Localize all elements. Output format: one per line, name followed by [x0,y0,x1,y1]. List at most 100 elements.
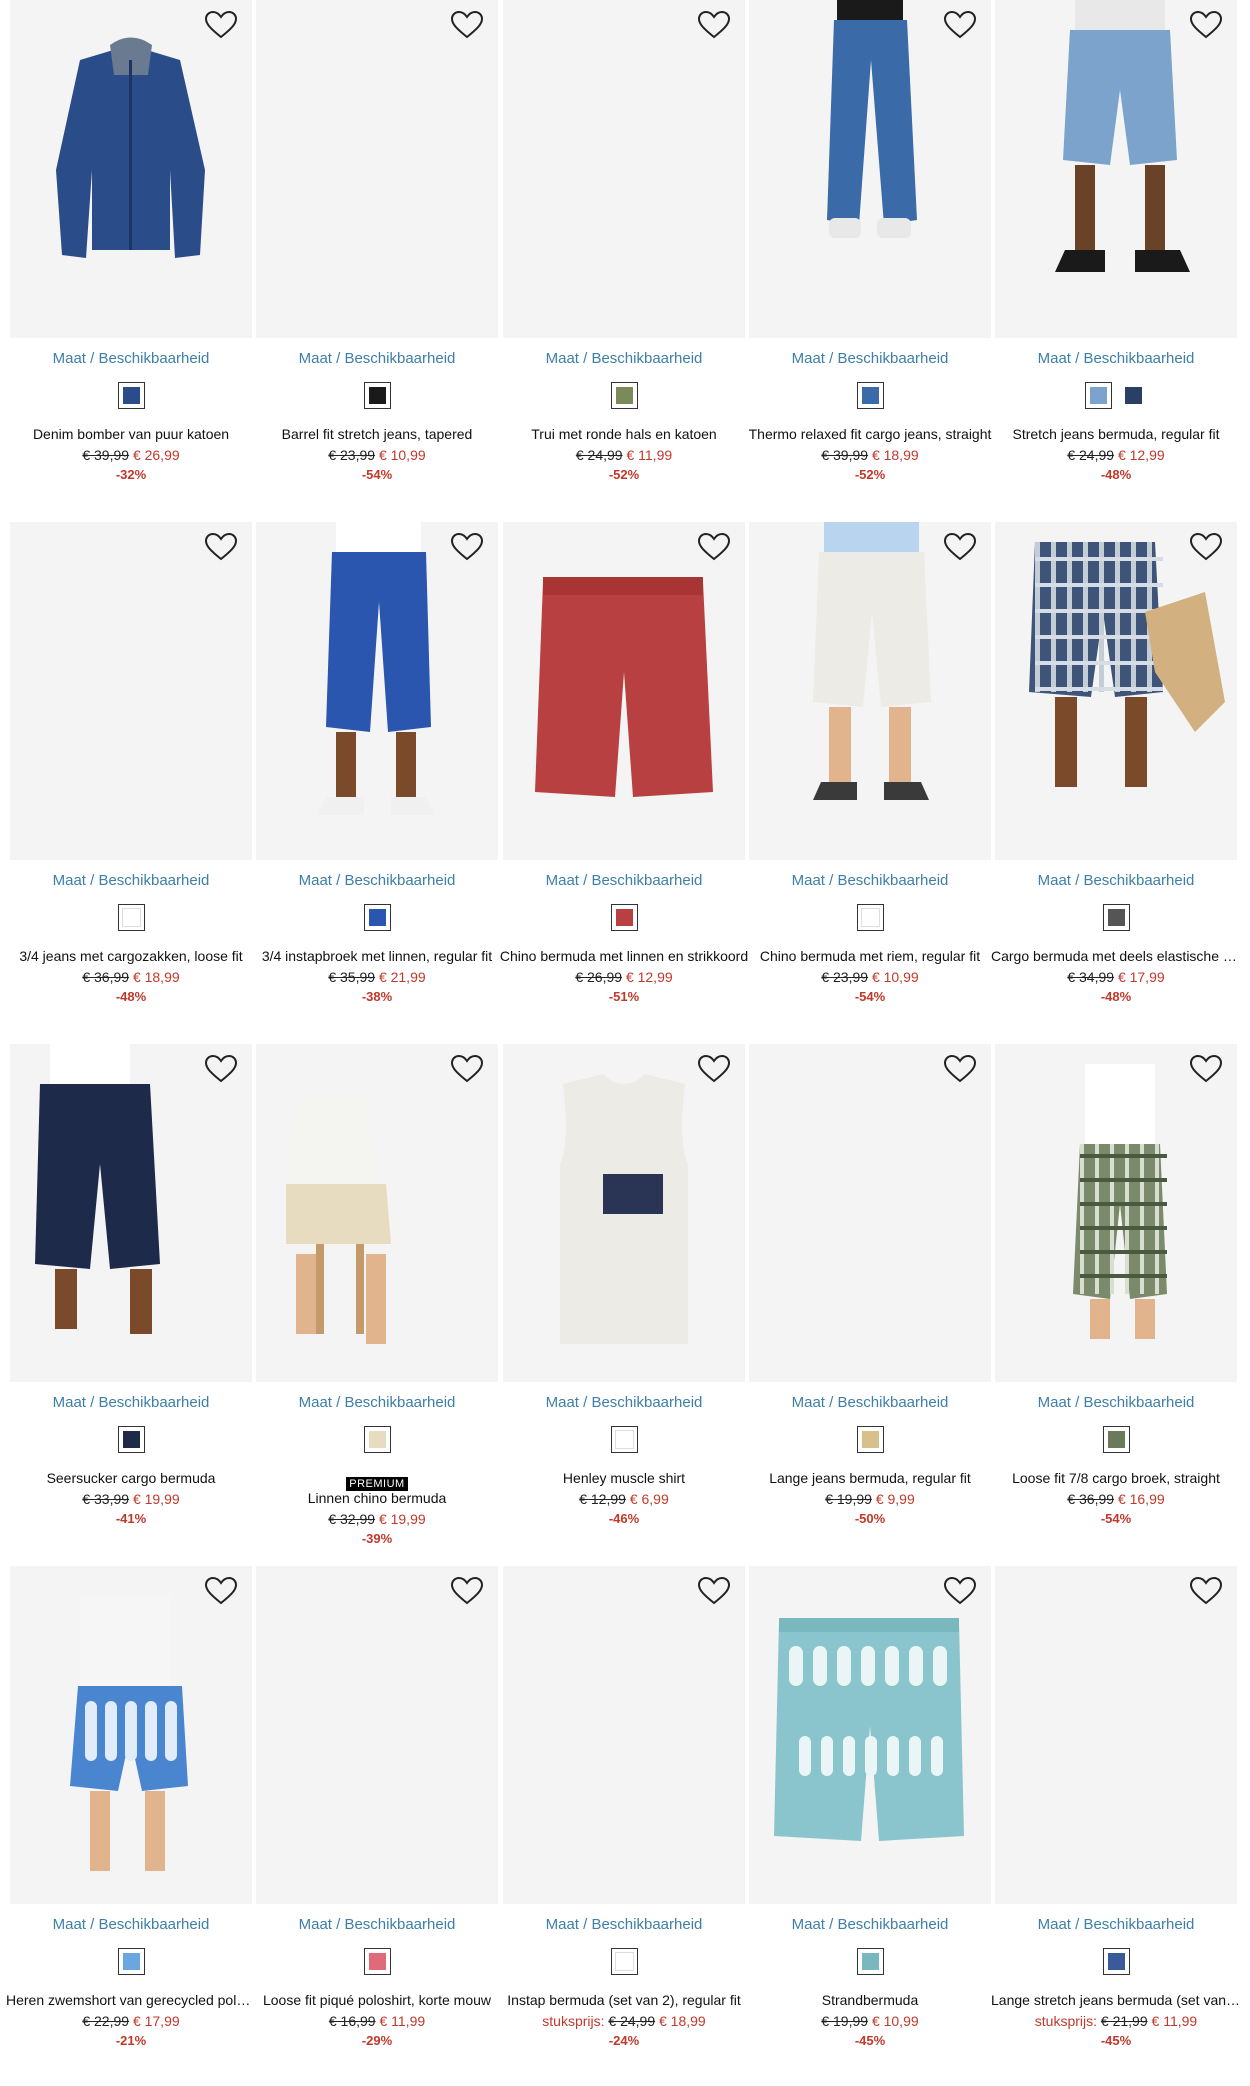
product-image[interactable] [995,1566,1237,1904]
color-swatch[interactable] [610,1948,638,1975]
product-name[interactable]: Barrel fit stretch jeans, tapered [252,426,502,442]
product-name[interactable]: Chino bermuda met riem, regular fit [745,948,995,964]
wishlist-heart-icon[interactable] [697,532,731,562]
product-name[interactable]: Strandbermuda [745,1992,995,2008]
color-swatch[interactable] [610,1426,638,1453]
product-image[interactable] [256,1044,498,1382]
color-swatch[interactable] [1102,1948,1130,1975]
wishlist-heart-icon[interactable] [450,10,484,40]
product-image[interactable] [749,0,991,338]
size-availability-link[interactable]: Maat / Beschikbaarheid [503,1916,745,1933]
wishlist-heart-icon[interactable] [697,1576,731,1606]
wishlist-heart-icon[interactable] [943,1054,977,1084]
product-image[interactable] [256,522,498,860]
product-name[interactable]: Seersucker cargo bermuda [6,1470,256,1486]
wishlist-heart-icon[interactable] [1189,10,1223,40]
color-swatch[interactable] [117,1426,145,1453]
product-image[interactable] [256,1566,498,1904]
wishlist-heart-icon[interactable] [943,10,977,40]
wishlist-heart-icon[interactable] [204,1054,238,1084]
size-availability-link[interactable]: Maat / Beschikbaarheid [503,872,745,889]
color-swatch[interactable] [856,382,884,409]
product-name[interactable]: 3/4 instapbroek met linnen, regular fit [252,948,502,964]
wishlist-heart-icon[interactable] [450,1054,484,1084]
color-swatch[interactable] [363,904,391,931]
product-name[interactable]: Henley muscle shirt [499,1470,749,1486]
wishlist-heart-icon[interactable] [697,1054,731,1084]
size-availability-link[interactable]: Maat / Beschikbaarheid [10,872,252,889]
size-availability-link[interactable]: Maat / Beschikbaarheid [256,350,498,367]
wishlist-heart-icon[interactable] [943,532,977,562]
size-availability-link[interactable]: Maat / Beschikbaarheid [995,1916,1237,1933]
product-image[interactable] [10,522,252,860]
product-name[interactable]: Instap bermuda (set van 2), regular fit [499,1992,749,2008]
size-availability-link[interactable]: Maat / Beschikbaarheid [995,1394,1237,1411]
product-image[interactable] [10,1566,252,1904]
product-name[interactable]: Linnen chino bermuda [252,1490,502,1506]
wishlist-heart-icon[interactable] [204,532,238,562]
product-name[interactable]: Lange jeans bermuda, regular fit [745,1470,995,1486]
size-availability-link[interactable]: Maat / Beschikbaarheid [503,350,745,367]
color-swatch[interactable] [363,1948,391,1975]
wishlist-heart-icon[interactable] [204,10,238,40]
wishlist-heart-icon[interactable] [1189,532,1223,562]
color-swatch[interactable] [363,1426,391,1453]
color-swatch[interactable] [856,904,884,931]
color-swatch[interactable] [610,382,638,409]
wishlist-heart-icon[interactable] [1189,1576,1223,1606]
product-image[interactable] [503,1044,745,1382]
product-name[interactable]: Thermo relaxed fit cargo jeans, straight [745,426,995,442]
size-availability-link[interactable]: Maat / Beschikbaarheid [749,1916,991,1933]
size-availability-link[interactable]: Maat / Beschikbaarheid [749,1394,991,1411]
color-swatch[interactable] [117,1948,145,1975]
product-name[interactable]: Cargo bermuda met deels elastische band [991,948,1241,964]
color-swatch[interactable] [117,904,145,931]
size-availability-link[interactable]: Maat / Beschikbaarheid [10,1394,252,1411]
product-image[interactable] [10,0,252,338]
product-name[interactable]: Denim bomber van puur katoen [6,426,256,442]
color-swatch[interactable] [856,1948,884,1975]
size-availability-link[interactable]: Maat / Beschikbaarheid [10,1916,252,1933]
wishlist-heart-icon[interactable] [697,10,731,40]
product-image[interactable] [749,1044,991,1382]
product-name[interactable]: Stretch jeans bermuda, regular fit [991,426,1241,442]
size-availability-link[interactable]: Maat / Beschikbaarheid [503,1394,745,1411]
product-name[interactable]: Heren zwemshort van gerecycled polyester [6,1992,256,2008]
color-swatch[interactable] [117,382,145,409]
size-availability-link[interactable]: Maat / Beschikbaarheid [749,350,991,367]
product-name[interactable]: Loose fit 7/8 cargo broek, straight [991,1470,1241,1486]
size-availability-link[interactable]: Maat / Beschikbaarheid [749,872,991,889]
color-swatch[interactable] [1120,382,1147,409]
size-availability-link[interactable]: Maat / Beschikbaarheid [10,350,252,367]
size-availability-link[interactable]: Maat / Beschikbaarheid [256,1916,498,1933]
size-availability-link[interactable]: Maat / Beschikbaarheid [256,872,498,889]
product-image[interactable] [10,1044,252,1382]
product-name[interactable]: Loose fit piqué poloshirt, korte mouw [252,1992,502,2008]
color-swatch[interactable] [1102,904,1130,931]
color-swatch[interactable] [610,904,638,931]
wishlist-heart-icon[interactable] [450,532,484,562]
product-image[interactable] [749,522,991,860]
product-image[interactable] [995,0,1237,338]
size-availability-link[interactable]: Maat / Beschikbaarheid [995,350,1237,367]
wishlist-heart-icon[interactable] [1189,1054,1223,1084]
product-image[interactable] [995,1044,1237,1382]
product-name[interactable]: Chino bermuda met linnen en strikkoord [499,948,749,964]
product-image[interactable] [503,1566,745,1904]
color-swatch[interactable] [1085,382,1112,409]
size-availability-link[interactable]: Maat / Beschikbaarheid [995,872,1237,889]
wishlist-heart-icon[interactable] [450,1576,484,1606]
color-swatch[interactable] [1102,1426,1130,1453]
size-availability-link[interactable]: Maat / Beschikbaarheid [256,1394,498,1411]
product-name[interactable]: Lange stretch jeans bermuda (set van 2) [991,1992,1241,2008]
color-swatch[interactable] [856,1426,884,1453]
product-name[interactable]: 3/4 jeans met cargozakken, loose fit [6,948,256,964]
wishlist-heart-icon[interactable] [204,1576,238,1606]
wishlist-heart-icon[interactable] [943,1576,977,1606]
product-image[interactable] [749,1566,991,1904]
product-image[interactable] [256,0,498,338]
product-name[interactable]: Trui met ronde hals en katoen [499,426,749,442]
product-image[interactable] [503,0,745,338]
product-image[interactable] [995,522,1237,860]
color-swatch[interactable] [363,382,391,409]
